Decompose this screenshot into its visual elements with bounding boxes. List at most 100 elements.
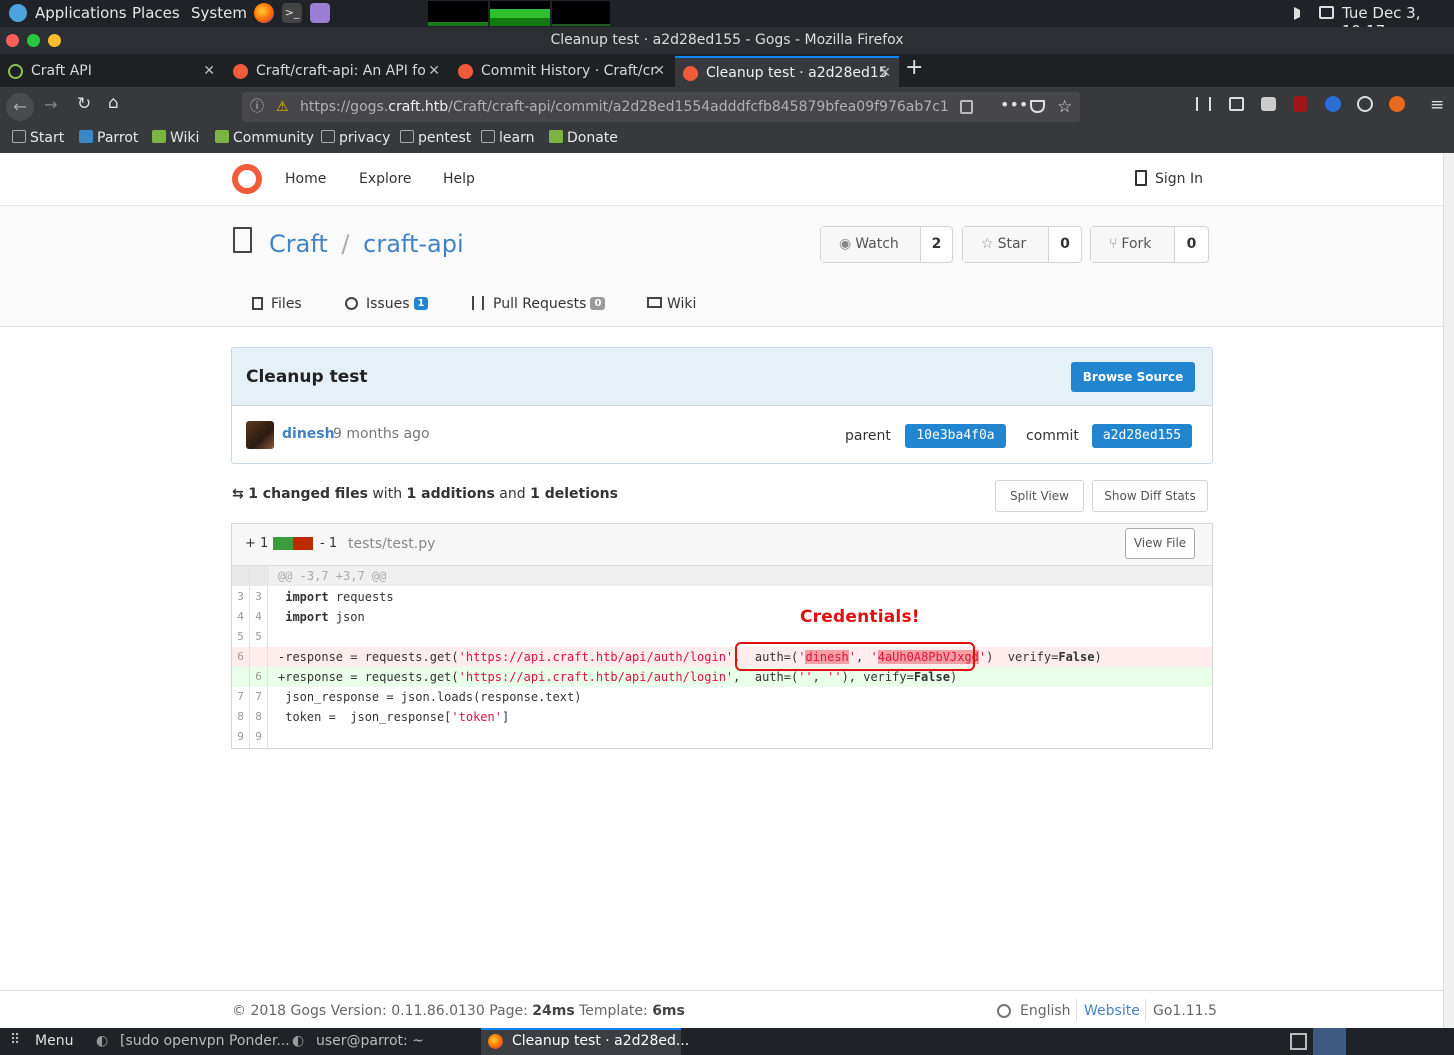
close-tab-icon[interactable]: ✕	[428, 56, 440, 87]
parent-sha-link[interactable]: 10e3ba4f0a	[905, 424, 1006, 448]
tab-files-label: Files	[271, 296, 302, 312]
ublock-icon[interactable]	[1293, 96, 1307, 112]
account-icon[interactable]	[1357, 96, 1373, 112]
bookmark-start[interactable]: Start	[12, 130, 64, 146]
volume-icon[interactable]	[1294, 7, 1307, 20]
display-icon[interactable]	[1319, 6, 1334, 19]
bookmark-label: Parrot	[97, 130, 139, 146]
code-line: import json	[285, 610, 365, 624]
fork-button[interactable]: ⑂ Fork	[1091, 227, 1175, 262]
parrot-logo-icon[interactable]	[9, 4, 27, 22]
reload-icon[interactable]: ↻	[77, 94, 91, 114]
maximize-window-button[interactable]	[27, 34, 40, 47]
commit-sha-link[interactable]: a2d28ed155	[1092, 424, 1192, 448]
url-host: craft.htb	[388, 99, 449, 115]
firefox-launcher-icon[interactable]	[254, 3, 274, 23]
close-tab-icon[interactable]: ✕	[203, 56, 215, 87]
nav-home[interactable]: Home	[285, 171, 326, 187]
forward-icon[interactable]: →	[44, 95, 57, 114]
page-actions-icon[interactable]: •••	[1000, 90, 1028, 120]
watch-button[interactable]: ◉ Watch	[821, 227, 921, 262]
firefox-tray-icon[interactable]	[1313, 1028, 1346, 1055]
terminal-task-icon: ◐	[292, 1033, 305, 1049]
close-tab-icon[interactable]: ✕	[653, 56, 665, 87]
taskbar-openvpn[interactable]: [sudo openvpn Ponder...	[120, 1033, 290, 1049]
fork-count[interactable]: 0	[1175, 227, 1208, 262]
menu-grid-icon[interactable]: ⠿	[10, 1032, 20, 1048]
credentials-annotation: Credentials!	[800, 607, 920, 627]
tab-commit-history[interactable]: Commit History · Craft/cr ✕	[450, 56, 673, 87]
old-line-number: 4	[237, 610, 244, 623]
bookmark-community[interactable]: Community	[215, 130, 314, 146]
back-icon[interactable]: ←	[6, 93, 34, 121]
taskbar-menu[interactable]: Menu	[35, 1033, 73, 1049]
terminal-launcher-icon[interactable]: >_	[282, 3, 302, 23]
minimize-window-button[interactable]	[48, 34, 61, 47]
nav-help[interactable]: Help	[443, 171, 475, 187]
reader-view-icon[interactable]	[960, 100, 973, 114]
places-menu[interactable]: Places	[132, 4, 180, 22]
old-line-number: 7	[237, 690, 244, 703]
close-tab-icon[interactable]: ✕	[879, 58, 891, 87]
extension-s-icon[interactable]	[1325, 96, 1341, 112]
info-icon[interactable]: ⓘ	[250, 92, 264, 122]
bookmark-star-icon[interactable]: ☆	[1057, 92, 1072, 122]
bookmark-pentest[interactable]: pentest	[400, 130, 471, 146]
bookmark-privacy[interactable]: privacy	[321, 130, 390, 146]
home-icon[interactable]: ⌂	[108, 93, 119, 113]
page-scrollbar[interactable]	[1443, 153, 1454, 1028]
tab-files[interactable]: Files	[252, 296, 302, 312]
watch-count[interactable]: 2	[921, 227, 952, 262]
foxyproxy-icon[interactable]	[1389, 96, 1405, 112]
star-button[interactable]: ☆ Star	[963, 227, 1049, 262]
extension-icon[interactable]	[1261, 97, 1276, 111]
wiki-icon	[152, 130, 166, 143]
craft-favicon-icon	[8, 64, 23, 79]
hamburger-menu-icon[interactable]: ≡	[1430, 95, 1444, 115]
pocket-icon[interactable]	[1030, 100, 1045, 113]
show-diff-stats-button[interactable]: Show Diff Stats	[1092, 480, 1208, 512]
tab-craft-api-repo[interactable]: Craft/craft-api: An API fo ✕	[225, 56, 448, 87]
gogs-logo-icon[interactable]	[232, 164, 262, 194]
taskbar-terminal[interactable]: user@parrot: ~	[316, 1033, 424, 1049]
view-file-button[interactable]: View File	[1125, 528, 1195, 559]
repo-name-link[interactable]: craft-api	[363, 230, 463, 258]
text-editor-launcher-icon[interactable]	[310, 3, 330, 23]
tab-pull-requests[interactable]: Pull Requests 0	[472, 296, 606, 312]
sidebar-icon[interactable]	[1229, 97, 1244, 111]
bookmarks-toolbar: Start Parrot Wiki Community privacy pent…	[0, 126, 1454, 153]
gogs-favicon-icon	[233, 64, 248, 79]
split-view-button[interactable]: Split View	[995, 480, 1084, 512]
star-count[interactable]: 0	[1049, 227, 1081, 262]
bookmark-wiki[interactable]: Wiki	[152, 130, 199, 146]
tab-wiki[interactable]: Wiki	[647, 296, 696, 312]
browse-source-button[interactable]: Browse Source	[1071, 362, 1195, 392]
taskbar-firefox: Cleanup test · a2d28ed...	[512, 1033, 690, 1049]
bookmark-learn[interactable]: learn	[481, 130, 534, 146]
website-link[interactable]: Website	[1084, 1003, 1140, 1019]
close-window-button[interactable]	[6, 34, 19, 47]
avatar[interactable]	[246, 421, 274, 449]
bookmark-donate[interactable]: Donate	[549, 130, 618, 146]
applications-menu[interactable]: Applications	[35, 4, 127, 22]
sign-in-link[interactable]: Sign In	[1155, 171, 1203, 187]
insecure-warning-icon[interactable]: ⚠	[276, 92, 289, 122]
nav-explore[interactable]: Explore	[359, 171, 412, 187]
folder-icon	[481, 130, 495, 143]
diff-stats-summary: ⇆ 1 changed files with 1 additions and 1…	[232, 486, 618, 502]
new-line-number: 5	[255, 630, 262, 643]
library-icon[interactable]	[1196, 97, 1211, 111]
language-selector[interactable]: English	[1020, 1003, 1071, 1019]
url-bar[interactable]: ⓘ ⚠ https://gogs.craft.htb/Craft/craft-a…	[242, 92, 1080, 122]
author-link[interactable]: dinesh	[282, 426, 335, 442]
new-tab-button[interactable]: +	[905, 55, 923, 80]
tab-cleanup-test[interactable]: Cleanup test · a2d28ed15 ✕	[675, 56, 899, 87]
pull-request-icon	[472, 296, 484, 310]
repo-owner-link[interactable]: Craft	[269, 230, 328, 258]
tab-craft-api[interactable]: Craft API ✕	[0, 56, 223, 87]
workspace-switcher-icon[interactable]	[1290, 1033, 1307, 1050]
old-line-number: 8	[237, 710, 244, 723]
tab-issues[interactable]: Issues 1	[345, 296, 429, 312]
system-menu[interactable]: System	[191, 4, 247, 22]
bookmark-parrot[interactable]: Parrot	[79, 130, 138, 146]
